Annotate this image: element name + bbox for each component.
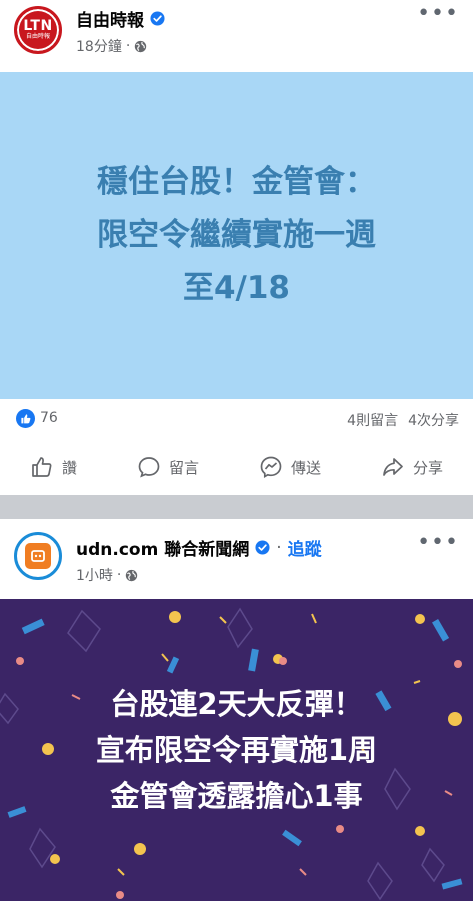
like-button[interactable]: 讚 xyxy=(30,455,77,479)
share-arrow-icon xyxy=(383,458,403,476)
post-udn: udn.com 聯合新聞網 · 追蹤 1小時 · ••• 台股連2天大反彈！ 宣… xyxy=(0,519,473,901)
follow-button[interactable]: 追蹤 xyxy=(288,535,322,560)
post-time[interactable]: 18分鐘 xyxy=(76,36,122,56)
banner-text: 穩住台股！金管會： 限空令繼續實施一週 至4/18 xyxy=(97,156,376,315)
share-button[interactable]: 分享 xyxy=(381,455,443,479)
banner-line: 至4/18 xyxy=(182,270,291,306)
follow-separator: · xyxy=(276,537,282,558)
post-meta: 18分鐘 · xyxy=(76,36,147,56)
meta-separator: · xyxy=(125,38,131,54)
banner-line: 穩住台股！金管會： xyxy=(97,164,376,200)
reaction-stats-bar: 76 4則留言 4次分享 xyxy=(0,399,473,439)
feed-divider xyxy=(0,495,473,519)
send-button[interactable]: 傳送 xyxy=(259,455,321,479)
udn-logo-icon xyxy=(25,543,51,569)
post-action-bar: 讚 留言 傳送 分享 xyxy=(0,439,473,495)
verified-badge-icon xyxy=(150,11,165,26)
banner-line: 宣布限空令再實施1周 xyxy=(95,733,378,767)
engagement-counts: 4則留言 4次分享 xyxy=(347,410,459,430)
comment-bubble-icon xyxy=(138,457,160,478)
more-options-icon[interactable]: ••• xyxy=(417,532,459,554)
more-options-icon[interactable]: ••• xyxy=(417,3,459,25)
page-avatar-ltn[interactable]: LTN 自由時報 xyxy=(14,6,62,54)
page-name-row: 自由時報 xyxy=(76,6,165,31)
avatar-logo-text: LTN xyxy=(23,18,53,34)
like-label: 讚 xyxy=(61,458,77,477)
meta-separator: · xyxy=(116,567,122,583)
banner-line: 限空令繼續實施一週 xyxy=(97,217,376,253)
share-count[interactable]: 4次分享 xyxy=(408,410,459,430)
comment-label: 留言 xyxy=(168,458,199,477)
banner-text: 台股連2天大反彈！ 宣布限空令再實施1周 金管會透露擔心1事 xyxy=(96,681,377,819)
page-name[interactable]: udn.com 聯合新聞網 xyxy=(76,535,249,560)
post-meta: 1小時 · xyxy=(76,565,138,585)
comment-count[interactable]: 4則留言 xyxy=(347,410,398,430)
page-name[interactable]: 自由時報 xyxy=(76,6,144,31)
globe-icon xyxy=(126,569,138,581)
send-label: 傳送 xyxy=(290,458,321,477)
avatar-logo-subtext: 自由時報 xyxy=(25,33,50,40)
share-label: 分享 xyxy=(412,458,443,477)
page-avatar-udn[interactable] xyxy=(14,532,62,580)
messenger-icon xyxy=(260,456,282,478)
post-ltn: LTN 自由時報 自由時報 18分鐘 · ••• 穩住台股！金管會： 限空令繼續… xyxy=(0,0,473,495)
globe-icon xyxy=(135,40,147,52)
thumbs-up-icon xyxy=(32,457,52,477)
banner-line: 台股連2天大反彈！ xyxy=(110,687,363,721)
post-time[interactable]: 1小時 xyxy=(76,565,113,585)
post-header: udn.com 聯合新聞網 · 追蹤 1小時 · ••• xyxy=(0,519,473,599)
verified-badge-icon xyxy=(255,540,270,555)
page-name-row: udn.com 聯合新聞網 · 追蹤 xyxy=(76,535,322,561)
post-header: LTN 自由時報 自由時報 18分鐘 · ••• xyxy=(0,0,473,72)
comment-button[interactable]: 留言 xyxy=(137,455,199,479)
post-image-banner[interactable]: 台股連2天大反彈！ 宣布限空令再實施1周 金管會透露擔心1事 xyxy=(0,599,473,901)
like-count[interactable]: 76 xyxy=(40,410,58,426)
post-image-banner[interactable]: 穩住台股！金管會： 限空令繼續實施一週 至4/18 xyxy=(0,72,473,399)
banner-line: 金管會透露擔心1事 xyxy=(110,779,363,813)
like-reaction-icon[interactable] xyxy=(16,409,35,428)
